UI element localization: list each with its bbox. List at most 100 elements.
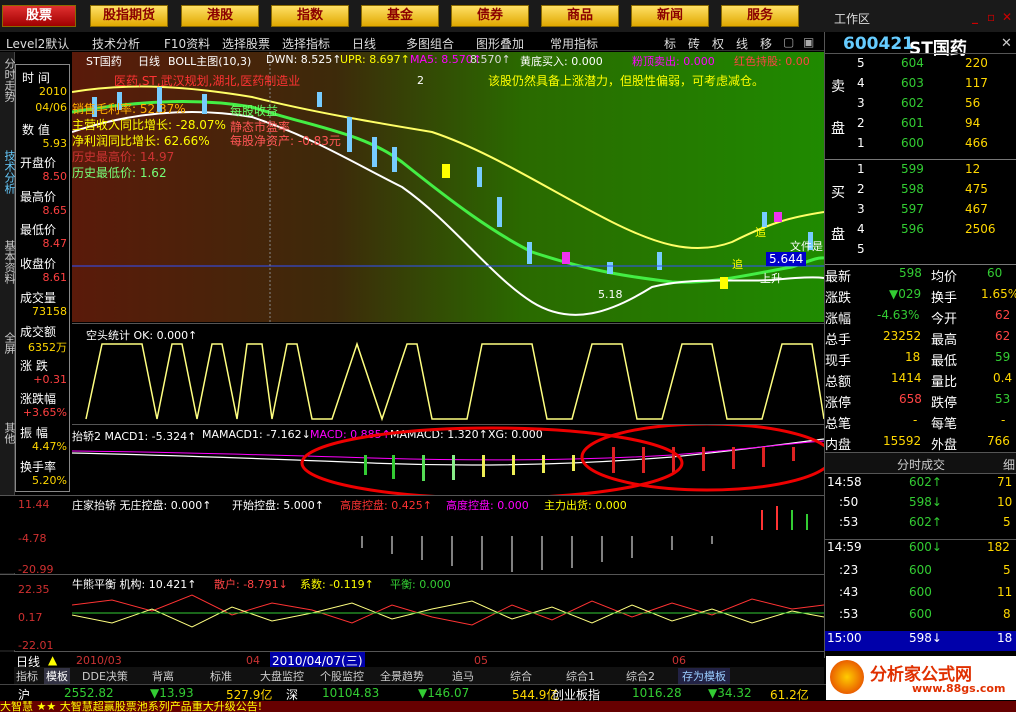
tab-comprehensive1[interactable]: 综合1 (566, 668, 595, 684)
info-low-val: 8.47 (42, 237, 68, 250)
zoom-in-icon[interactable]: ▣ (803, 35, 814, 49)
tab-fullscreen[interactable]: 全屏 (0, 332, 16, 354)
toolbar-overlay[interactable]: 图形叠加 (476, 35, 524, 52)
toolbar-f10[interactable]: F10资料 (164, 35, 210, 52)
toolbar-tech-analysis[interactable]: 技术分析 (92, 35, 140, 52)
pane5-y-top: 22.35 (18, 583, 50, 596)
buy-price: 597 (901, 202, 924, 216)
sell-price: 602 (901, 96, 924, 110)
toolbar-mark[interactable]: 标 (664, 35, 676, 52)
bull-bear-coef-line (72, 600, 824, 628)
tab-comprehensive[interactable]: 综合 (510, 668, 532, 684)
toolbar-rights[interactable]: 权 (712, 35, 724, 52)
cy-value: 1016.28 (632, 686, 682, 700)
tab-market-monitor[interactable]: 大盘监控 (260, 668, 304, 684)
macd-bar (572, 455, 575, 471)
workarea-label[interactable]: 工作区 (834, 10, 870, 27)
tab-save-template[interactable]: 存为模板 (678, 668, 730, 684)
toolbar-move[interactable]: 移 (760, 35, 772, 52)
pane-bull-bear[interactable]: 22.35 0.17 -22.01 牛熊平衡 机构: 10.421↑ 散户: -… (0, 574, 824, 652)
zoom-out-icon[interactable]: ▢ (783, 35, 794, 49)
tab-comprehensive2[interactable]: 综合2 (626, 668, 655, 684)
dealer-bars (361, 536, 713, 572)
short-stats-line (85, 341, 824, 422)
price-tag: 5.644 (766, 252, 807, 266)
tab-template[interactable]: 模板 (44, 668, 70, 684)
info-time-date: 04/06 (35, 101, 67, 114)
tab-tech-analysis[interactable]: 技术分析 (0, 150, 16, 194)
tab-indicator[interactable]: 指标 (16, 668, 38, 684)
candle (442, 164, 450, 178)
toolbar-select-indicator[interactable]: 选择指标 (282, 35, 330, 52)
toolbar-brick[interactable]: 砖 (688, 35, 700, 52)
toolbar-line[interactable]: 线 (736, 35, 748, 52)
tab-stock-monitor[interactable]: 个股监控 (320, 668, 364, 684)
buy-price: 598 (901, 182, 924, 196)
chart-title-period: 日线 (138, 55, 160, 68)
toolbar-select-stock[interactable]: 选择股票 (222, 35, 270, 52)
macd-bar (422, 455, 425, 481)
buy-volume: 475 (965, 182, 988, 196)
news-ticker[interactable]: 大智慧 ★★ 大智慧超赢股票池系列产品重大升级公告! (0, 701, 1016, 712)
pane-dealer[interactable]: 11.44 -4.78 -20.99 庄家抬轿 无庄控盘: 0.000↑ 开始控… (0, 495, 824, 576)
sell-book: 5 604 220 4 603 117 3 602 56 2 601 94 1 600 466 (857, 56, 988, 150)
cursor-info-box: 时 间 2010 04/06 数 值 5.93 开盘价 8.50 最高价 8.6… (15, 64, 70, 492)
nav-index[interactable]: 指数 (271, 5, 349, 27)
tab-dde[interactable]: DDE决策 (82, 668, 128, 684)
tab-standard[interactable]: 标准 (210, 668, 232, 684)
x-label-2: 04 (246, 654, 260, 667)
candle (527, 242, 532, 264)
buy-price: 596 (901, 222, 924, 236)
nav-hk-stocks[interactable]: 港股 (181, 5, 259, 27)
macd-bar (392, 455, 395, 479)
toolbar-level2[interactable]: Level2默认 (6, 35, 69, 52)
pane-short-stats[interactable]: 空头统计 OK: 0.000↑ (72, 323, 824, 423)
panel-close-icon[interactable]: ✕ (1001, 36, 1012, 51)
nav-stocks[interactable]: 股票 (2, 5, 76, 27)
macd-bar (364, 455, 367, 475)
tab-chase[interactable]: 追马 (452, 668, 474, 684)
sz-value: 10104.83 (322, 686, 380, 700)
info-num-val: 5.93 (42, 137, 68, 150)
toolbar-common-indicators[interactable]: 常用指标 (550, 35, 598, 52)
macd-bar (612, 447, 615, 473)
tab-intraday[interactable]: 分时走势 (0, 58, 16, 102)
period-up-icon[interactable]: ▲ (48, 653, 57, 667)
main-kline-chart[interactable]: ST国药 日线 BOLL主图(10,3) DWN: 8.525↑ UPR: 8.… (72, 52, 824, 322)
info-num-label: 数 值 (22, 123, 50, 137)
tab-divergence[interactable]: 背离 (152, 668, 174, 684)
nav-funds[interactable]: 基金 (361, 5, 439, 27)
restore-icon[interactable]: ▫ (987, 10, 1001, 24)
nav-service[interactable]: 服务 (721, 5, 799, 27)
nav-bonds[interactable]: 债券 (451, 5, 529, 27)
nav-news[interactable]: 新闻 (631, 5, 709, 27)
candle (657, 252, 662, 270)
tab-basic-info[interactable]: 基本资料 (0, 240, 16, 284)
macd-bar (512, 455, 515, 475)
marker-zhui-b: 追 (732, 258, 743, 271)
toolbar-daily[interactable]: 日线 (352, 35, 376, 52)
macd-bar (702, 447, 705, 471)
minimize-icon[interactable]: _ (972, 10, 986, 24)
info-amt-label: 成交额 (20, 325, 57, 339)
buy-volume: 467 (965, 202, 988, 216)
marker-value: 5.18 (598, 288, 623, 301)
info-vol-label: 成交量 (20, 291, 57, 305)
macd-bar (482, 455, 485, 477)
marker-rise: 上升 (760, 272, 782, 285)
nav-commodities[interactable]: 商品 (541, 5, 619, 27)
info-amp-label: 振 幅 (20, 426, 48, 440)
close-icon[interactable]: ✕ (1002, 10, 1016, 24)
macd-bar (452, 455, 455, 480)
info-amt-val: 6352万 (28, 341, 67, 354)
candle (392, 147, 397, 172)
toolbar-multi-chart[interactable]: 多图组合 (406, 35, 454, 52)
pane4-y-top: 11.44 (18, 498, 50, 511)
nav-index-futures[interactable]: 股指期货 (90, 5, 168, 27)
candle (317, 92, 322, 107)
tab-panorama[interactable]: 全景趋势 (380, 668, 424, 684)
pane-macd[interactable]: 抬轿2 MACD1: -5.324↑ MAMACD1: -7.162↓ MACD… (72, 424, 824, 495)
flower-icon (830, 660, 864, 694)
top-nav-bar: 股票 股指期货 港股 指数 基金 债券 商品 新闻 服务 工作区 _ ▫ ✕ (0, 0, 1016, 32)
tab-other[interactable]: 其他 (0, 422, 16, 444)
